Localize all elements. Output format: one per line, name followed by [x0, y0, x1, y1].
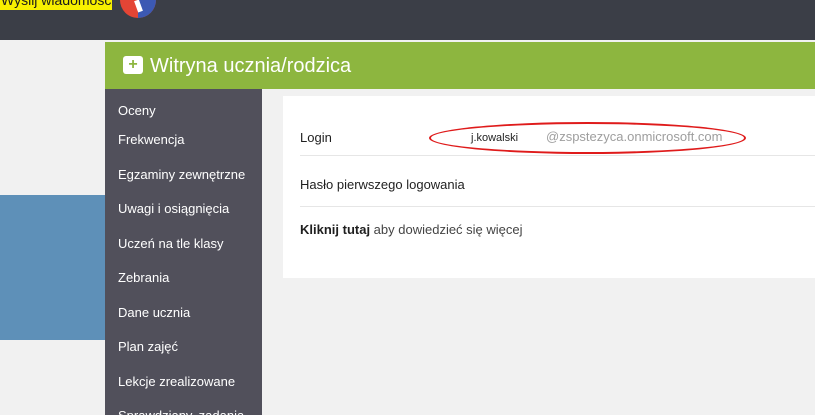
login-label: Login: [300, 130, 332, 145]
sidebar-menu: Oceny Frekwencja Egzaminy zewnętrzne Uwa…: [105, 89, 262, 415]
info-row: Kliknij tutaj aby dowiedzieć się więcej: [300, 207, 815, 247]
sidebar-item-uczen-na-tle-klasy[interactable]: Uczeń na tle klasy: [105, 225, 262, 260]
plus-chat-icon: +: [123, 56, 143, 74]
page-header: + Witryna ucznia/rodzica: [105, 42, 815, 89]
sidebar-item-oceny[interactable]: Oceny: [105, 89, 262, 121]
highlight-annotation-text: Wyślij wiadomość: [1, 0, 112, 8]
info-suffix: aby dowiedzieć się więcej: [370, 222, 523, 237]
password-row: Hasło pierwszego logowania: [300, 156, 815, 207]
sidebar-item-zebrania[interactable]: Zebrania: [105, 259, 262, 294]
sidebar-item-egzaminy-zewnetrzne[interactable]: Egzaminy zewnętrzne: [105, 156, 262, 191]
red-ellipse-annotation: [429, 122, 746, 154]
click-here-link[interactable]: Kliknij tutaj: [300, 222, 370, 237]
first-login-password-label: Hasło pierwszego logowania: [300, 177, 465, 192]
sidebar-item-lekcje-zrealizowane[interactable]: Lekcje zrealizowane: [105, 363, 262, 398]
info-text: Kliknij tutaj aby dowiedzieć się więcej: [300, 222, 523, 237]
left-blue-panel: [0, 195, 105, 340]
sidebar-item-dane-ucznia[interactable]: Dane ucznia: [105, 294, 262, 329]
sidebar-item-plan-zajec[interactable]: Plan zajęć: [105, 328, 262, 363]
plus-chat-icon-glyph: +: [128, 56, 138, 73]
highlight-annotation: Wyślij wiadomość: [0, 0, 112, 10]
page-title: Witryna ucznia/rodzica: [150, 55, 352, 77]
sidebar-item-uwagi-i-osiagniecia[interactable]: Uwagi i osiągnięcia: [105, 190, 262, 225]
sidebar-item-frekwencja[interactable]: Frekwencja: [105, 121, 262, 156]
sidebar-item-sprawdziany-zadania[interactable]: Sprawdziany, zadania: [105, 397, 262, 415]
